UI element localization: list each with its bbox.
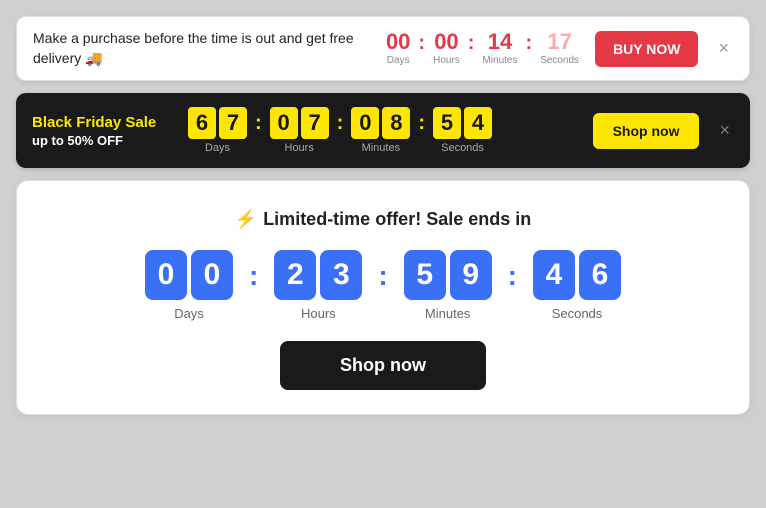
- sale-minutes-d2: 9: [450, 250, 492, 300]
- hours-value: 00: [434, 31, 458, 53]
- sale-sep1: :: [249, 260, 258, 292]
- bf-hours-d1: 0: [270, 107, 298, 139]
- bf-days-unit: 6 7 Days: [188, 107, 247, 154]
- sale-seconds-digits: 4 6: [533, 250, 621, 300]
- bf-minutes-d1: 0: [351, 107, 379, 139]
- sale-sep3: :: [508, 260, 517, 292]
- sale-days-d1: 0: [145, 250, 187, 300]
- bf-countdown: 6 7 Days : 0 7 Hours : 0 8 Minutes : 5 4: [188, 107, 577, 154]
- hours-label: Hours: [433, 55, 460, 66]
- bf-hours-d2: 7: [301, 107, 329, 139]
- sale-hours-label: Hours: [301, 306, 336, 321]
- days-label: Days: [387, 55, 410, 66]
- bf-sep3: :: [418, 112, 425, 135]
- sale-shop-now-button[interactable]: Shop now: [280, 341, 486, 390]
- bf-hours-digits: 0 7: [270, 107, 329, 139]
- bf-seconds-d1: 5: [433, 107, 461, 139]
- sale-minutes-d1: 5: [404, 250, 446, 300]
- bf-days-d2: 7: [219, 107, 247, 139]
- sale-countdown: 0 0 Days : 2 3 Hours : 5 9 Minutes : 4 6: [145, 250, 621, 321]
- sale-minutes-unit: 5 9 Minutes: [404, 250, 492, 321]
- delivery-close-button[interactable]: ×: [714, 34, 733, 63]
- lightning-icon: ⚡: [235, 209, 257, 230]
- blackfriday-banner: Black Friday Sale up to 50% OFF 6 7 Days…: [16, 93, 750, 168]
- bf-shop-now-button[interactable]: Shop now: [593, 113, 700, 149]
- sale-banner: ⚡ Limited-time offer! Sale ends in 0 0 D…: [16, 180, 750, 415]
- delivery-countdown: 00 Days : 00 Hours : 14 Minutes : 17 Sec…: [386, 31, 579, 66]
- bf-seconds-d2: 4: [464, 107, 492, 139]
- bf-minutes-label: Minutes: [362, 142, 401, 154]
- delivery-banner: Make a purchase before the time is out a…: [16, 16, 750, 81]
- bf-minutes-digits: 0 8: [351, 107, 410, 139]
- bf-sep1: :: [255, 112, 262, 135]
- sale-days-digits: 0 0: [145, 250, 233, 300]
- sale-hours-d1: 2: [274, 250, 316, 300]
- bf-hours-label: Hours: [285, 142, 314, 154]
- sale-minutes-digits: 5 9: [404, 250, 492, 300]
- sep1: :: [418, 32, 425, 55]
- sale-seconds-label: Seconds: [552, 306, 603, 321]
- bf-seconds-unit: 5 4 Seconds: [433, 107, 492, 154]
- seconds-value: 17: [547, 31, 571, 53]
- sale-seconds-d2: 6: [579, 250, 621, 300]
- sale-days-unit: 0 0 Days: [145, 250, 233, 321]
- buy-now-button[interactable]: BUY NOW: [595, 31, 698, 67]
- sale-title-row: ⚡ Limited-time offer! Sale ends in: [235, 209, 531, 230]
- bf-title-block: Black Friday Sale up to 50% OFF: [32, 114, 172, 148]
- hours-unit: 00 Hours: [433, 31, 460, 66]
- bf-seconds-digits: 5 4: [433, 107, 492, 139]
- delivery-text: Make a purchase before the time is out a…: [33, 29, 370, 68]
- days-unit: 00 Days: [386, 31, 410, 66]
- sale-title: Limited-time offer! Sale ends in: [263, 209, 531, 230]
- sale-hours-d2: 3: [320, 250, 362, 300]
- sep2: :: [468, 32, 475, 55]
- bf-days-d1: 6: [188, 107, 216, 139]
- sale-sep2: :: [378, 260, 387, 292]
- sale-hours-digits: 2 3: [274, 250, 362, 300]
- bf-sep2: :: [337, 112, 344, 135]
- sale-days-label: Days: [174, 306, 204, 321]
- seconds-label: Seconds: [540, 55, 579, 66]
- sale-seconds-unit: 4 6 Seconds: [533, 250, 621, 321]
- minutes-unit: 14 Minutes: [482, 31, 517, 66]
- minutes-value: 14: [488, 31, 512, 53]
- bf-seconds-label: Seconds: [441, 142, 484, 154]
- bf-subtitle: up to 50% OFF: [32, 133, 172, 148]
- bf-minutes-d2: 8: [382, 107, 410, 139]
- sep3: :: [525, 32, 532, 55]
- bf-days-digits: 6 7: [188, 107, 247, 139]
- bf-main-title: Black Friday Sale: [32, 114, 172, 131]
- bf-close-button[interactable]: ×: [715, 116, 734, 145]
- sale-seconds-d1: 4: [533, 250, 575, 300]
- minutes-label: Minutes: [482, 55, 517, 66]
- bf-days-label: Days: [205, 142, 230, 154]
- bf-minutes-unit: 0 8 Minutes: [351, 107, 410, 154]
- days-value: 00: [386, 31, 410, 53]
- sale-days-d2: 0: [191, 250, 233, 300]
- seconds-unit: 17 Seconds: [540, 31, 579, 66]
- sale-hours-unit: 2 3 Hours: [274, 250, 362, 321]
- sale-minutes-label: Minutes: [425, 306, 471, 321]
- bf-hours-unit: 0 7 Hours: [270, 107, 329, 154]
